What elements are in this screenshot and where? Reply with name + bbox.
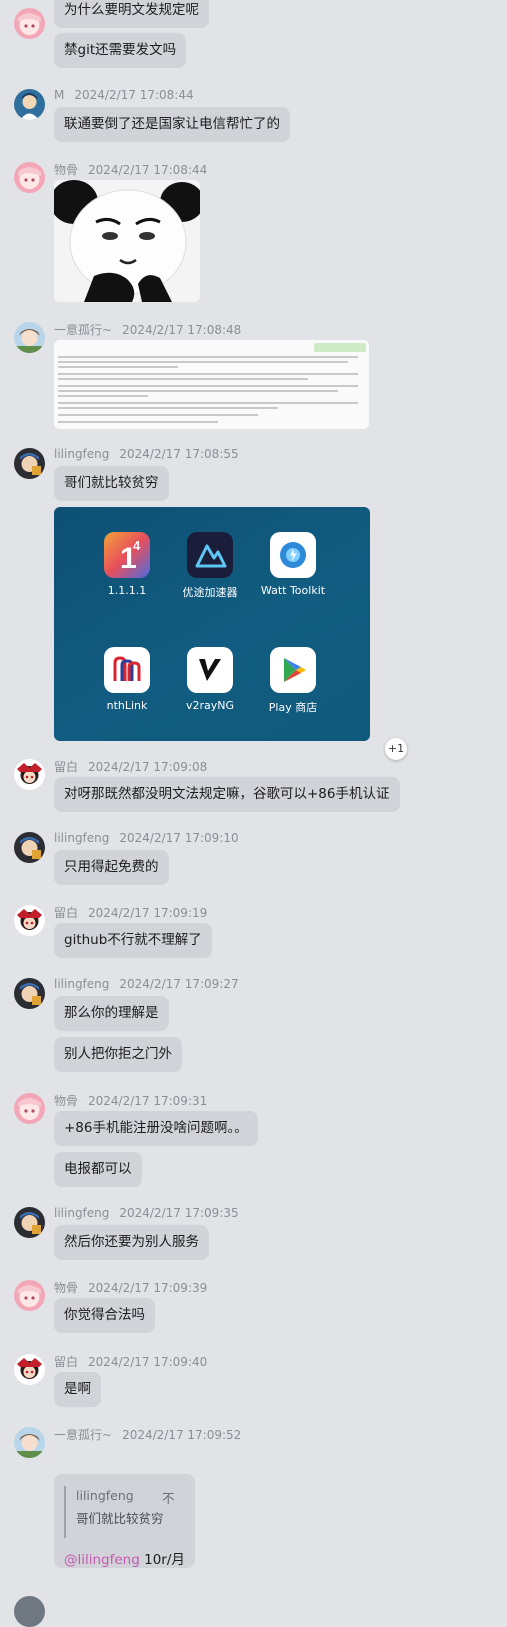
avatar-wugu[interactable] bbox=[14, 1093, 45, 1124]
message-header: 物骨 2024/2/17 17:08:44 bbox=[54, 161, 207, 178]
app-label: Play 商店 bbox=[268, 701, 318, 714]
message-time: 2024/2/17 17:09:19 bbox=[88, 906, 208, 920]
avatar-m[interactable] bbox=[14, 89, 45, 120]
cloudflare-warp-icon: 14 bbox=[104, 532, 150, 578]
message-header: lilingfeng 2024/2/17 17:09:35 bbox=[54, 1206, 239, 1220]
avatar-yiyiguxing[interactable] bbox=[14, 322, 45, 353]
message-header: 一意孤行~ 2024/2/17 17:08:48 bbox=[54, 321, 241, 338]
avatar-liubai[interactable] bbox=[14, 759, 45, 790]
message-bubble[interactable]: 别人把你拒之门外 bbox=[54, 1037, 182, 1072]
avatar-liubai[interactable] bbox=[14, 905, 45, 936]
message-header: M 2024/2/17 17:08:44 bbox=[54, 88, 194, 102]
message-header: 留白 2024/2/17 17:09:08 bbox=[54, 758, 207, 775]
message-header: 物骨 2024/2/17 17:09:31 bbox=[54, 1092, 207, 1109]
sender-name[interactable]: 物骨 bbox=[54, 163, 78, 177]
avatar-lilingfeng[interactable] bbox=[14, 978, 45, 1009]
message-header: lilingfeng 2024/2/17 17:09:10 bbox=[54, 831, 239, 845]
message-time: 2024/2/17 17:08:44 bbox=[74, 88, 194, 102]
app-label: Watt Toolkit bbox=[260, 584, 326, 597]
sender-name[interactable]: 物骨 bbox=[54, 1281, 78, 1295]
more-images-badge[interactable]: +1 bbox=[385, 738, 407, 760]
watt-toolkit-icon bbox=[270, 532, 316, 578]
sender-name[interactable]: 留白 bbox=[54, 1355, 78, 1369]
sender-name[interactable]: 留白 bbox=[54, 906, 78, 920]
message-time: 2024/2/17 17:09:39 bbox=[88, 1281, 208, 1295]
quoted-text: 哥们就比较贫穷 bbox=[76, 1511, 164, 1526]
sender-name[interactable]: 留白 bbox=[54, 760, 78, 774]
sender-name[interactable]: 一意孤行~ bbox=[54, 323, 112, 337]
message-bubble[interactable]: 哥们就比较贫穷 bbox=[54, 466, 169, 501]
message-bubble[interactable]: 你觉得合法吗 bbox=[54, 1298, 155, 1333]
youtu-accelerator-icon bbox=[187, 532, 233, 578]
avatar-wugu[interactable] bbox=[14, 162, 45, 193]
reply-text: @lilingfeng 10r/月 bbox=[64, 1548, 185, 1568]
play-store-icon bbox=[270, 647, 316, 693]
message-header: 留白 2024/2/17 17:09:40 bbox=[54, 1353, 207, 1370]
avatar-partial[interactable] bbox=[14, 1596, 45, 1627]
message-bubble[interactable]: 那么你的理解是 bbox=[54, 996, 169, 1031]
avatar-wugu[interactable] bbox=[14, 1280, 45, 1311]
message-time: 2024/2/17 17:09:40 bbox=[88, 1355, 208, 1369]
mention-link[interactable]: @lilingfeng bbox=[64, 1552, 140, 1568]
quoted-overflow-text: 不 bbox=[162, 1491, 175, 1506]
sender-name[interactable]: lilingfeng bbox=[54, 977, 109, 991]
message-bubble[interactable]: +86手机能注册没啥问题啊。。 bbox=[54, 1111, 258, 1146]
sender-name[interactable]: lilingfeng bbox=[54, 831, 109, 845]
message-time: 2024/2/17 17:08:44 bbox=[88, 163, 208, 177]
message-time: 2024/2/17 17:09:31 bbox=[88, 1094, 208, 1108]
sender-name[interactable]: lilingfeng bbox=[54, 447, 109, 461]
message-header: 留白 2024/2/17 17:09:19 bbox=[54, 904, 207, 921]
message-time: 2024/2/17 17:09:08 bbox=[88, 760, 208, 774]
reply-message-bubble[interactable]: lilingfeng 不 哥们就比较贫穷 @lilingfeng 10r/月 bbox=[54, 1474, 195, 1568]
message-bubble[interactable]: github不行就不理解了 bbox=[54, 923, 212, 958]
message-header: lilingfeng 2024/2/17 17:08:55 bbox=[54, 447, 239, 461]
message-bubble[interactable]: 联通要倒了还是国家让电信帮忙了的 bbox=[54, 107, 290, 142]
avatar-liubai[interactable] bbox=[14, 1354, 45, 1385]
message-header: 一意孤行~ 2024/2/17 17:09:52 bbox=[54, 1426, 241, 1443]
chat-screenshot-image[interactable] bbox=[54, 340, 369, 429]
sender-name[interactable]: lilingfeng bbox=[54, 1206, 109, 1220]
sender-name[interactable]: 一意孤行~ bbox=[54, 1428, 112, 1442]
reply-body: 10r/月 bbox=[139, 1552, 185, 1568]
message-bubble[interactable]: 为什么要明文发规定呢 bbox=[54, 0, 209, 28]
quoted-sender-name: lilingfeng bbox=[76, 1488, 134, 1503]
message-time: 2024/2/17 17:09:35 bbox=[119, 1206, 239, 1220]
message-bubble[interactable]: 是啊 bbox=[54, 1372, 101, 1407]
avatar-yiyiguxing[interactable] bbox=[14, 1427, 45, 1458]
quoted-message[interactable]: lilingfeng 不 哥们就比较贫穷 bbox=[64, 1486, 184, 1538]
message-header: 物骨 2024/2/17 17:09:39 bbox=[54, 1279, 207, 1296]
nthlink-icon bbox=[104, 647, 150, 693]
avatar-lilingfeng[interactable] bbox=[14, 448, 45, 479]
message-bubble[interactable]: 对呀那既然都没明文法规定嘛，谷歌可以+86手机认证 bbox=[54, 777, 400, 812]
message-time: 2024/2/17 17:08:48 bbox=[122, 323, 242, 337]
avatar-wugu[interactable] bbox=[14, 8, 45, 39]
message-time: 2024/2/17 17:09:52 bbox=[122, 1428, 242, 1442]
svg-text:4: 4 bbox=[133, 538, 141, 553]
sender-name[interactable]: 物骨 bbox=[54, 1094, 78, 1108]
message-time: 2024/2/17 17:09:27 bbox=[119, 977, 239, 991]
panda-meme-sticker[interactable] bbox=[54, 180, 200, 302]
message-bubble[interactable]: 电报都可以 bbox=[54, 1152, 142, 1187]
message-bubble[interactable]: 只用得起免费的 bbox=[54, 850, 169, 885]
v2rayng-icon bbox=[187, 647, 233, 693]
app-grid-screenshot[interactable]: 14 1.1.1.1 优途加速器 Watt Toolkit nthLink v2… bbox=[54, 507, 370, 741]
avatar-lilingfeng[interactable] bbox=[14, 832, 45, 863]
message-header: lilingfeng 2024/2/17 17:09:27 bbox=[54, 977, 239, 991]
avatar-lilingfeng[interactable] bbox=[14, 1207, 45, 1238]
message-time: 2024/2/17 17:08:55 bbox=[119, 447, 239, 461]
message-bubble[interactable]: 然后你还要为别人服务 bbox=[54, 1225, 209, 1260]
message-time: 2024/2/17 17:09:10 bbox=[119, 831, 239, 845]
sender-name[interactable]: M bbox=[54, 88, 64, 102]
message-bubble[interactable]: 禁git还需要发文吗 bbox=[54, 33, 187, 68]
